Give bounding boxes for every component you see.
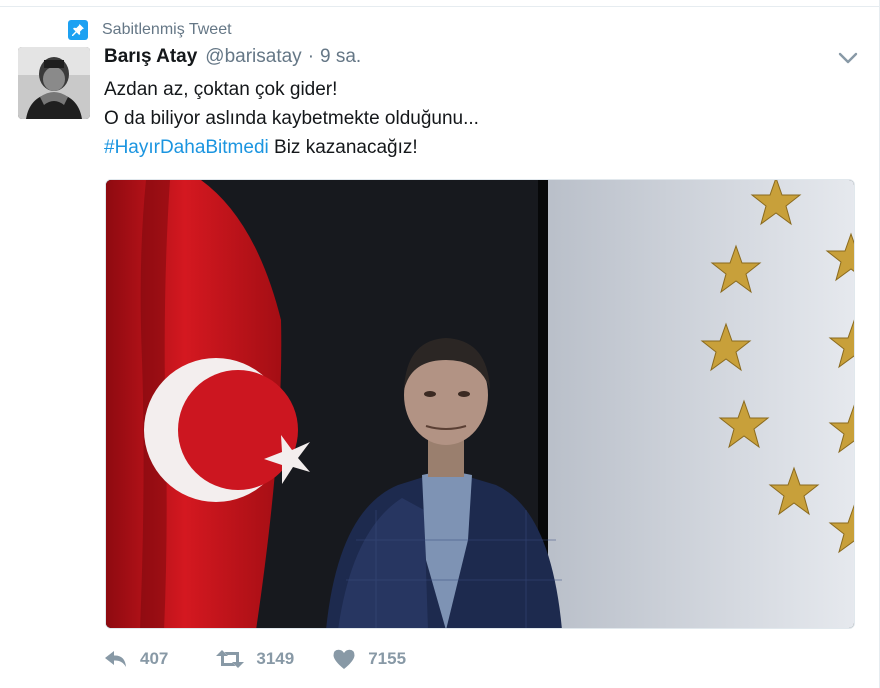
author-name[interactable]: Barış Atay bbox=[104, 46, 197, 68]
top-divider bbox=[0, 0, 880, 7]
tweet-photo[interactable] bbox=[105, 179, 855, 629]
retweet-button[interactable]: 3149 bbox=[216, 649, 294, 669]
tweet-text-line: Azdan az, çoktan çok gider! bbox=[104, 79, 338, 100]
pin-icon bbox=[68, 20, 88, 40]
tweet-text-line: #HayırDahaBitmedi Biz kazanacağız! bbox=[104, 133, 479, 162]
reply-icon bbox=[104, 649, 128, 669]
like-count: 7155 bbox=[368, 649, 407, 668]
tweet-text-line: O da biliyor aslında kaybetmekte olduğun… bbox=[104, 108, 479, 129]
pinned-label: Sabitlenmiş Tweet bbox=[102, 21, 232, 38]
avatar[interactable] bbox=[18, 47, 90, 119]
header-separator: · bbox=[307, 46, 315, 67]
tweet-header: Barış Atay @barisatay · 9 sa. bbox=[104, 46, 361, 72]
tweet-actions: 407 3149 7155 bbox=[104, 645, 406, 673]
chevron-down-icon[interactable] bbox=[836, 46, 860, 70]
like-button[interactable]: 7155 bbox=[332, 648, 406, 670]
tweet-text: Azdan az, çoktan çok gider! O da biliyor… bbox=[104, 75, 479, 162]
pinned-header: Sabitlenmiş Tweet bbox=[68, 18, 232, 42]
reply-button[interactable]: 407 bbox=[104, 649, 168, 669]
heart-icon bbox=[332, 648, 356, 670]
author-handle[interactable]: @barisatay bbox=[205, 46, 301, 68]
tweet-timestamp[interactable]: 9 sa. bbox=[320, 46, 361, 68]
retweet-count: 3149 bbox=[256, 649, 295, 668]
reply-count: 407 bbox=[140, 649, 169, 668]
tweet-text-tail: Biz kazanacağız! bbox=[268, 137, 418, 158]
retweet-icon bbox=[216, 649, 245, 669]
hashtag-link[interactable]: #HayırDahaBitmedi bbox=[104, 137, 269, 158]
